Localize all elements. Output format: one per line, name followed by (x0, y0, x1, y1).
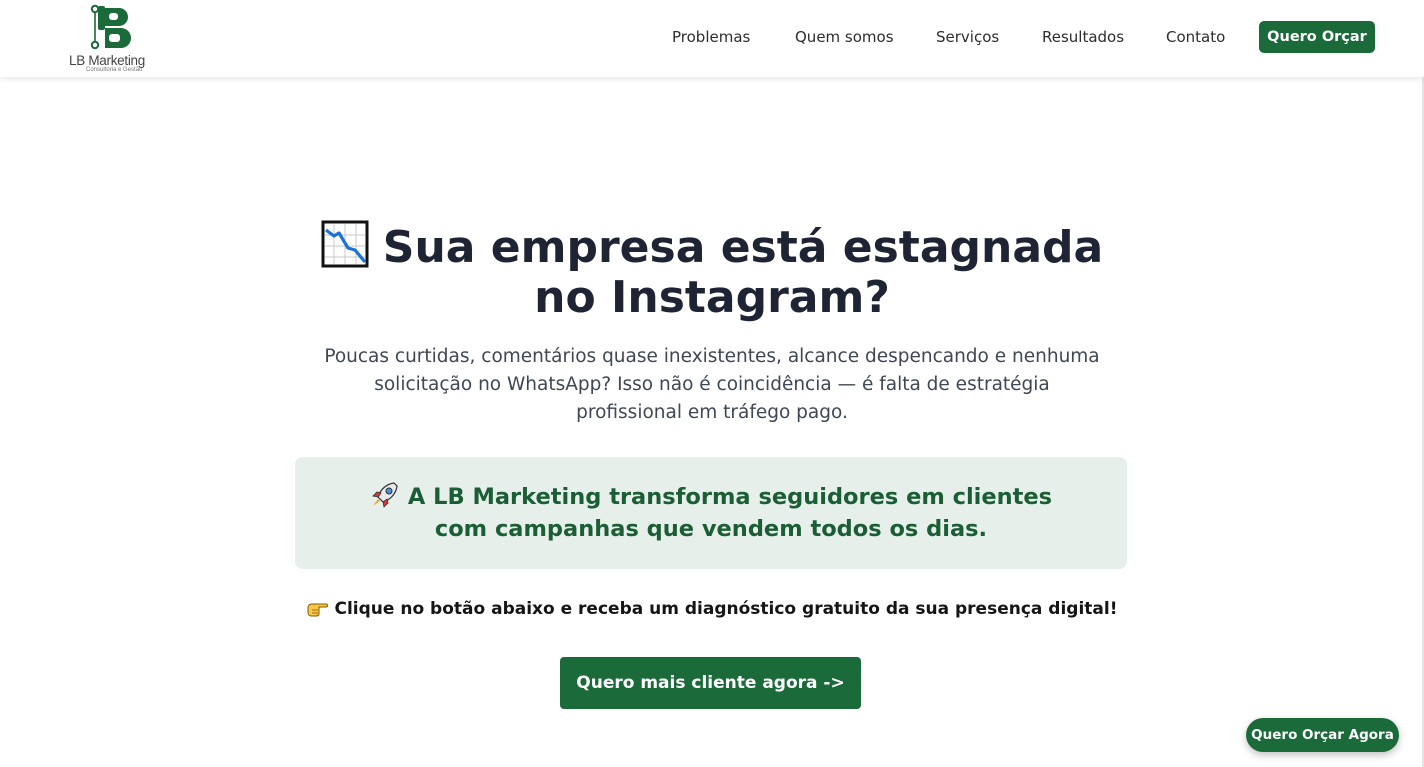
cta-line-block: Clique no botão abaixo e receba um diagn… (300, 599, 1124, 619)
highlight-box: A LB Marketing transforma seguidores em … (295, 457, 1127, 569)
cta-line-text: Clique no botão abaixo e receba um diagn… (334, 599, 1118, 619)
chart-decreasing-icon (321, 220, 369, 268)
nav-link-problemas[interactable]: Problemas (672, 28, 750, 46)
hero-title-block: Sua empresa está estagnada no Instagram? (312, 220, 1112, 323)
main-nav: Problemas Quem somos Serviços Resultados… (0, 0, 1424, 77)
nav-link-servicos[interactable]: Serviços (936, 28, 999, 46)
nav-link-resultados[interactable]: Resultados (1042, 28, 1124, 46)
highlight-text: A LB Marketing transforma seguidores em … (407, 484, 1053, 542)
floating-quote-button[interactable]: Quero Orçar Agora (1246, 718, 1399, 752)
site-header: LB Marketing Consultoria e Gestão Proble… (0, 0, 1424, 77)
highlight-text-block: A LB Marketing transforma seguidores em … (355, 481, 1067, 545)
nav-link-contato[interactable]: Contato (1166, 28, 1225, 46)
pointing-hand-icon (307, 603, 328, 617)
hero-subtitle: Poucas curtidas, comentários quase inexi… (324, 346, 1100, 423)
rocket-icon (372, 482, 398, 508)
hero-title: Sua empresa está estagnada no Instagram? (382, 222, 1104, 323)
get-more-clients-button[interactable]: Quero mais cliente agora -> (560, 657, 861, 709)
nav-link-quem-somos[interactable]: Quem somos (795, 28, 894, 46)
quote-button[interactable]: Quero Orçar (1259, 21, 1375, 53)
